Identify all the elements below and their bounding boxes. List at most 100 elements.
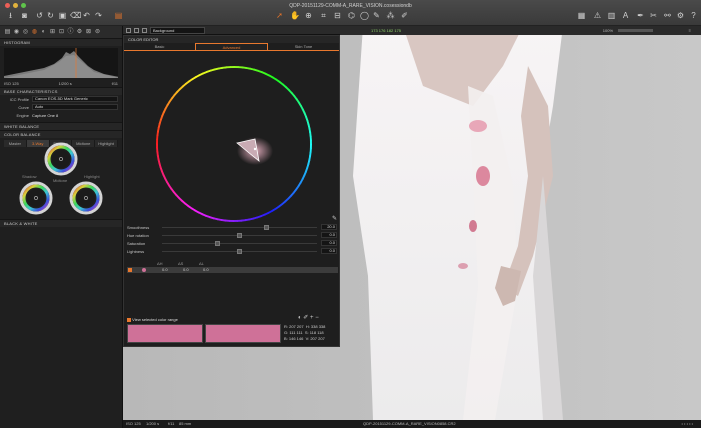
curve-select[interactable]: Auto	[32, 104, 118, 110]
engine-value: Capture One 8	[32, 112, 59, 118]
color-editor-header[interactable]: COLOR EDITOR	[124, 36, 339, 43]
camera-icon[interactable]: ◙	[20, 11, 29, 20]
smoothness-knob[interactable]	[264, 225, 269, 230]
keystone-icon[interactable]: ⌬	[347, 11, 356, 20]
add-range-icon[interactable]: +	[310, 315, 314, 321]
tool-tab-bar: ▤ ◉ ◎ ◍ ◐ ⊞ ⊡ ⓘ ⚙ ⊠ ⊜	[0, 26, 122, 38]
histogram-section-header[interactable]: HISTOGRAM	[0, 38, 122, 46]
status-bar: ISO 125 1/200 s f/11 85 mm QDP-20151129-…	[123, 420, 701, 428]
range-list-row[interactable]: 0.0 0.0 0.0	[127, 267, 338, 273]
help-icon[interactable]: ?	[689, 11, 698, 20]
library-tab-icon[interactable]: ▤	[4, 29, 11, 36]
metadata-tab-icon[interactable]: ⓘ	[67, 29, 74, 36]
batch-tab-icon[interactable]: ⊠	[85, 29, 92, 36]
rotate-right-icon[interactable]: ↻	[46, 11, 55, 20]
shadow-wheel[interactable]	[19, 181, 53, 215]
eyedropper-icon[interactable]: ✎	[332, 216, 339, 223]
pen-icon[interactable]: ✒	[636, 11, 645, 20]
lightness-knob[interactable]	[237, 249, 242, 254]
layer-add-icon[interactable]	[134, 28, 139, 33]
color-balance-wheels: Shadow Midtone Highlight	[0, 139, 123, 224]
range-enabled-checkbox[interactable]	[128, 268, 132, 272]
output-tab-icon[interactable]: ⚙	[76, 29, 83, 36]
view-selected-checkbox[interactable]	[127, 317, 131, 322]
trash-icon[interactable]: ⌫	[70, 11, 81, 20]
grid-view-icon[interactable]: ▦	[577, 11, 586, 20]
hue-rotation-track	[162, 233, 317, 238]
session-icon[interactable]: ▤	[114, 11, 123, 20]
mask-icon[interactable]: ◯	[360, 11, 369, 20]
white-balance-header[interactable]: WHITE BALANCE	[0, 122, 122, 130]
folder-icon[interactable]: ▣	[58, 11, 67, 20]
window-title: QDP-20151129-COMM-A_RARE_VISION.cosessio…	[289, 3, 412, 9]
warning-icon[interactable]: ⚠	[593, 11, 602, 20]
midtone-wheel[interactable]	[44, 142, 78, 176]
lens-tab-icon[interactable]: ◎	[22, 29, 29, 36]
zoom-icon[interactable]: ⊕	[304, 11, 313, 20]
focus-icon[interactable]: ▥	[607, 11, 616, 20]
icc-profile-select[interactable]: Canon EOS-5D Mark Generic	[32, 96, 118, 102]
layer-select[interactable]: Background	[150, 27, 205, 34]
tab-basic[interactable]: Basic	[124, 43, 195, 50]
styles-tab-icon[interactable]: ⊜	[94, 29, 101, 36]
smoothness-value[interactable]: 20.0	[321, 224, 337, 230]
rating-stars[interactable]: • • • • •	[682, 420, 693, 428]
brush-icon[interactable]: ✎	[372, 11, 381, 20]
lightness-value[interactable]: 0.0	[321, 248, 337, 254]
redo-icon[interactable]: ↷	[94, 11, 103, 20]
picker-add-icon[interactable]: ✐	[303, 315, 308, 321]
hue-rotation-slider[interactable]: Hue rotation 0.0	[127, 232, 339, 239]
range-color-dot	[142, 268, 146, 272]
saturation-slider[interactable]: Saturation 0.0	[127, 240, 339, 247]
cursor-icon[interactable]: ➚	[275, 11, 284, 20]
selection-point[interactable]	[253, 147, 257, 151]
capture-tab-icon[interactable]: ◉	[13, 29, 20, 36]
title-toolbar: QDP-20151129-COMM-A_RARE_VISION.cosessio…	[0, 0, 701, 26]
smoothness-slider[interactable]: Smoothness 20.0	[127, 224, 339, 231]
import-icon[interactable]: ⭳	[6, 11, 15, 20]
straighten-icon[interactable]: ⊟	[333, 11, 342, 20]
view-selected-label: View selected color range	[132, 317, 178, 322]
tab-skin-tone[interactable]: Skin Tone	[268, 43, 339, 50]
g-readout: G: 111 111	[284, 330, 303, 335]
pan-icon[interactable]: ✋	[290, 11, 300, 20]
smoothness-label: Smoothness	[127, 225, 150, 230]
hue-rotation-label: Hue rotation	[127, 233, 149, 238]
highlight-label: Highlight	[84, 174, 100, 179]
hue-rotation-value[interactable]: 0.0	[321, 232, 337, 238]
layer-mask-icon[interactable]	[142, 28, 147, 33]
saturation-knob[interactable]	[214, 241, 220, 246]
hue-rotation-knob[interactable]	[237, 233, 242, 238]
picker-icon[interactable]: ⁂	[386, 11, 395, 20]
color-picker-icon[interactable]: ✐	[400, 11, 409, 20]
local-tab-icon[interactable]: ⊡	[58, 29, 65, 36]
color-editor-wheel[interactable]	[149, 59, 319, 229]
r-readout: R: 207 207	[284, 324, 304, 329]
black-white-header[interactable]: BLACK & WHITE	[0, 219, 122, 227]
zoom-level[interactable]: 100%	[603, 26, 613, 35]
text-icon[interactable]: A	[621, 11, 630, 20]
saturation-value[interactable]: 0.0	[321, 240, 337, 246]
detail-tab-icon[interactable]: ⊞	[49, 29, 56, 36]
highlight-wheel[interactable]	[69, 181, 103, 215]
layer-toggle-icon[interactable]	[126, 28, 131, 33]
base-characteristics-header[interactable]: BASE CHARACTERISTICS	[0, 87, 122, 95]
rotate-left-icon[interactable]: ↺	[35, 11, 44, 20]
crop-icon[interactable]: ⌗	[319, 11, 328, 20]
tool-panel: ▤ ◉ ◎ ◍ ◐ ⊞ ⊡ ⓘ ⚙ ⊠ ⊜ HISTOGRAM ISO 125 …	[0, 26, 123, 428]
viewer-menu-icon[interactable]: ≡	[689, 26, 691, 35]
settings-icon[interactable]: ⚙	[676, 11, 685, 20]
undo-icon[interactable]: ↶	[82, 11, 91, 20]
saturation-track	[162, 241, 317, 246]
tools-icon[interactable]: ✂	[649, 11, 658, 20]
color-tab-icon[interactable]: ◍	[31, 29, 38, 36]
remove-range-icon[interactable]: −	[315, 315, 319, 321]
color-picker-circle-icon[interactable]: ◐	[298, 315, 302, 321]
zoom-slider[interactable]	[618, 29, 653, 32]
exposure-tab-icon[interactable]: ◐	[40, 29, 47, 36]
status-filename: QDP-20151129-COMM-A_RARE_VISION0858.CR2	[363, 421, 456, 426]
compare-icon[interactable]: ⚯	[663, 11, 672, 20]
lightness-slider[interactable]: Lightness 0.0	[127, 248, 339, 255]
color-balance-header[interactable]: COLOR BALANCE	[0, 130, 122, 138]
tab-advanced[interactable]: Advanced	[195, 43, 268, 50]
